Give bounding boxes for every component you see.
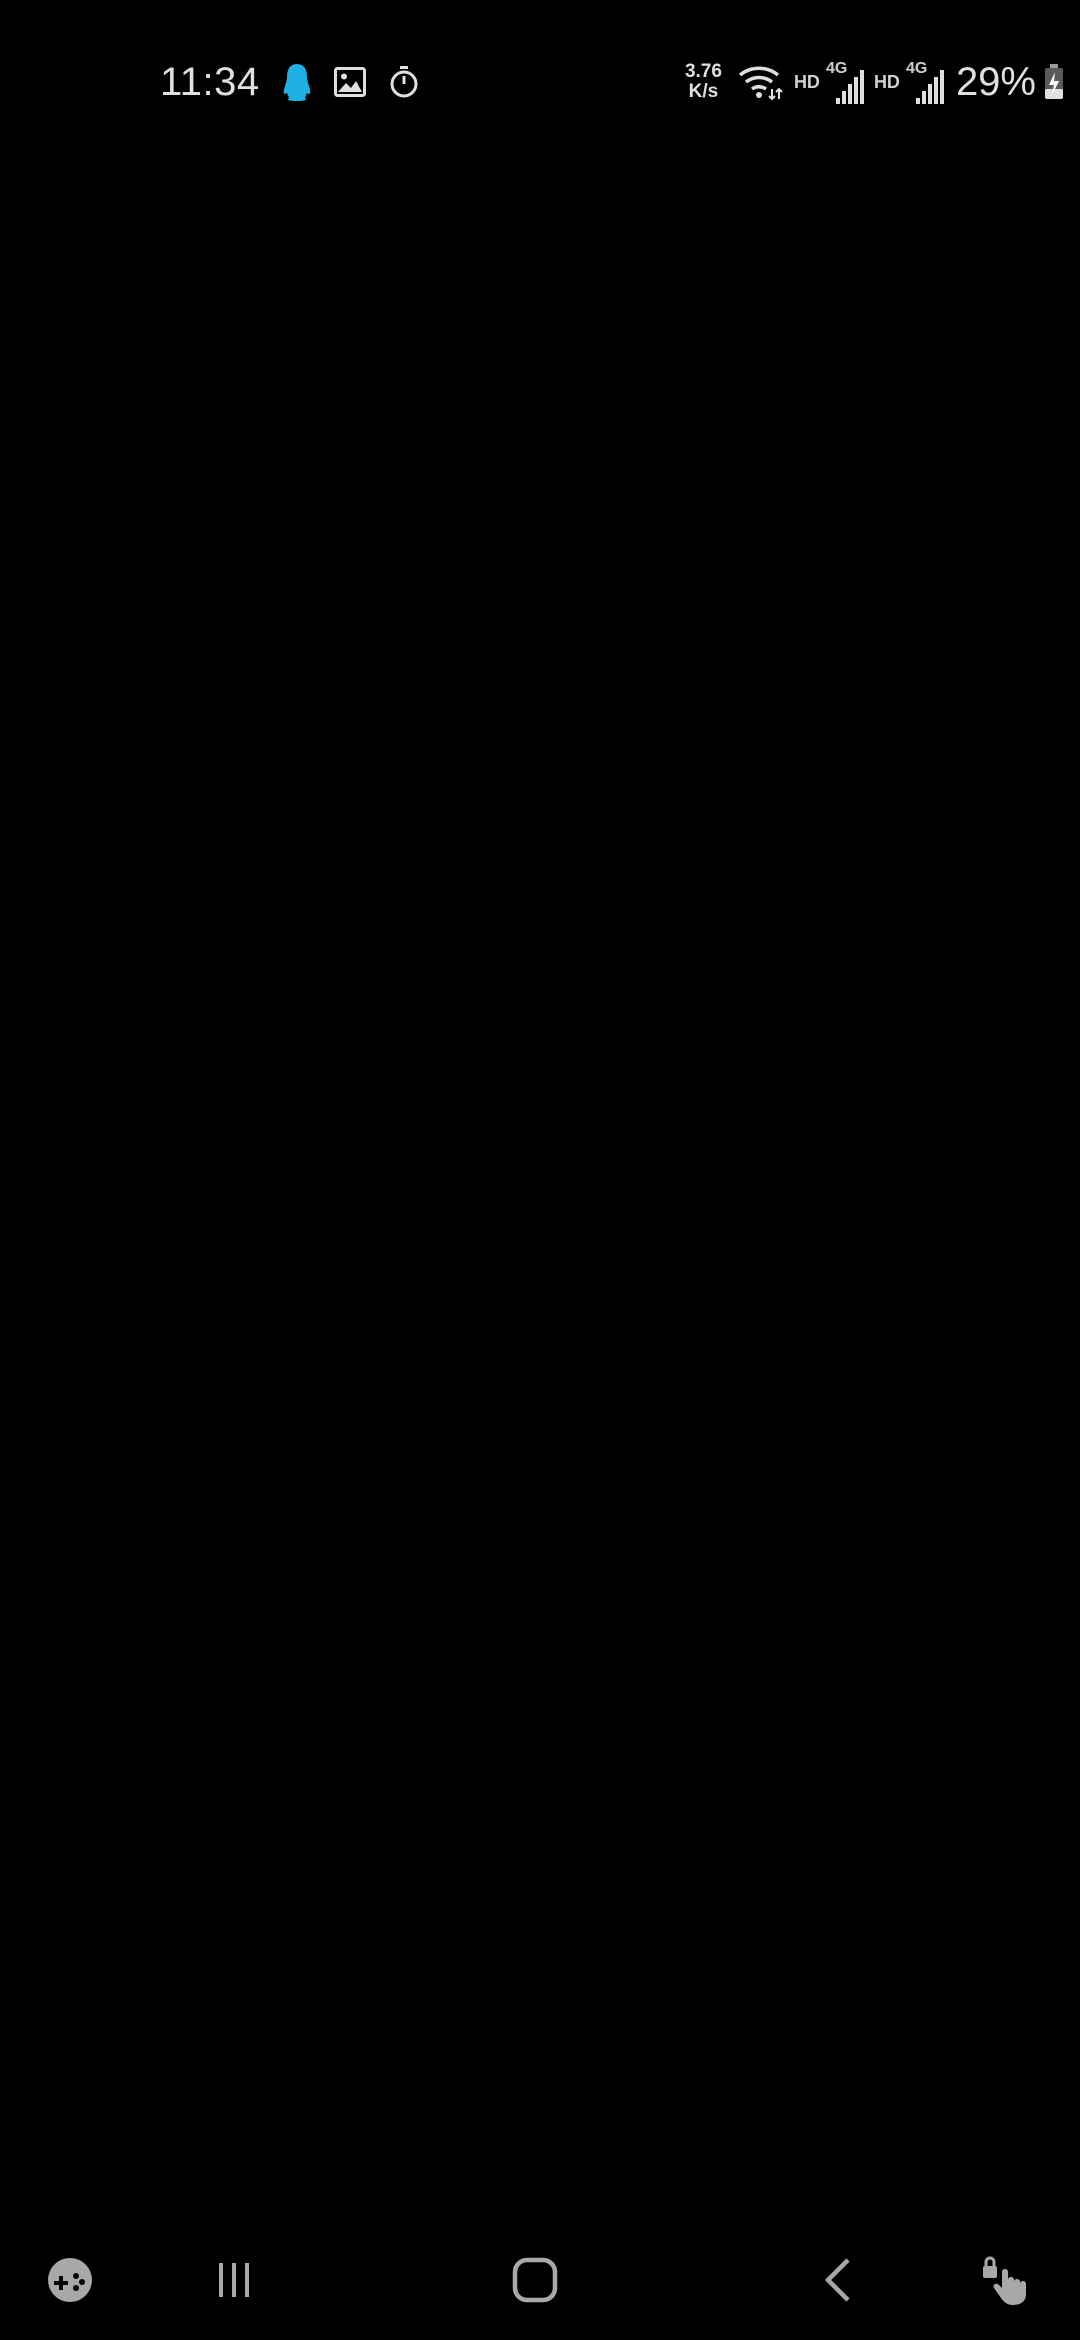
status-bar: 11:34 3.76 K/s HD 4G HD 4G 29% [0, 0, 1080, 160]
network-speed-value: 3.76 [684, 61, 722, 82]
battery-charging-icon [1044, 64, 1064, 100]
home-button[interactable] [495, 2240, 575, 2320]
gallery-image-icon [333, 67, 366, 97]
screen-pin-button[interactable] [968, 2240, 1048, 2320]
sim2-hd-label: HD [873, 71, 900, 92]
wifi-icon [738, 63, 784, 101]
recent-apps-button[interactable] [194, 2240, 274, 2320]
status-left-group: 11:34 [160, 52, 420, 112]
screen-pin-icon [980, 2254, 1036, 2306]
game-tools-button[interactable] [30, 2240, 110, 2320]
game-tools-icon [46, 2256, 94, 2304]
network-speed-unit: K/s [688, 81, 719, 102]
qq-penguin-icon [282, 62, 312, 102]
stopwatch-icon [388, 65, 420, 99]
sim1-hd-label: HD [793, 71, 820, 92]
back-button[interactable] [798, 2240, 878, 2320]
sim2-signal-icon: 4G [906, 60, 944, 104]
home-icon [512, 2257, 558, 2303]
battery-percent: 29% [955, 60, 1036, 104]
sim1-signal-icon: 4G [826, 60, 864, 104]
back-icon [822, 2257, 854, 2303]
status-right-group: 3.76 K/s HD 4G HD 4G 29% [685, 52, 1064, 112]
network-speed-indicator: 3.76 K/s [685, 62, 722, 102]
status-time: 11:34 [160, 60, 260, 104]
recent-apps-icon [214, 2260, 254, 2300]
navigation-bar [0, 2220, 1080, 2340]
